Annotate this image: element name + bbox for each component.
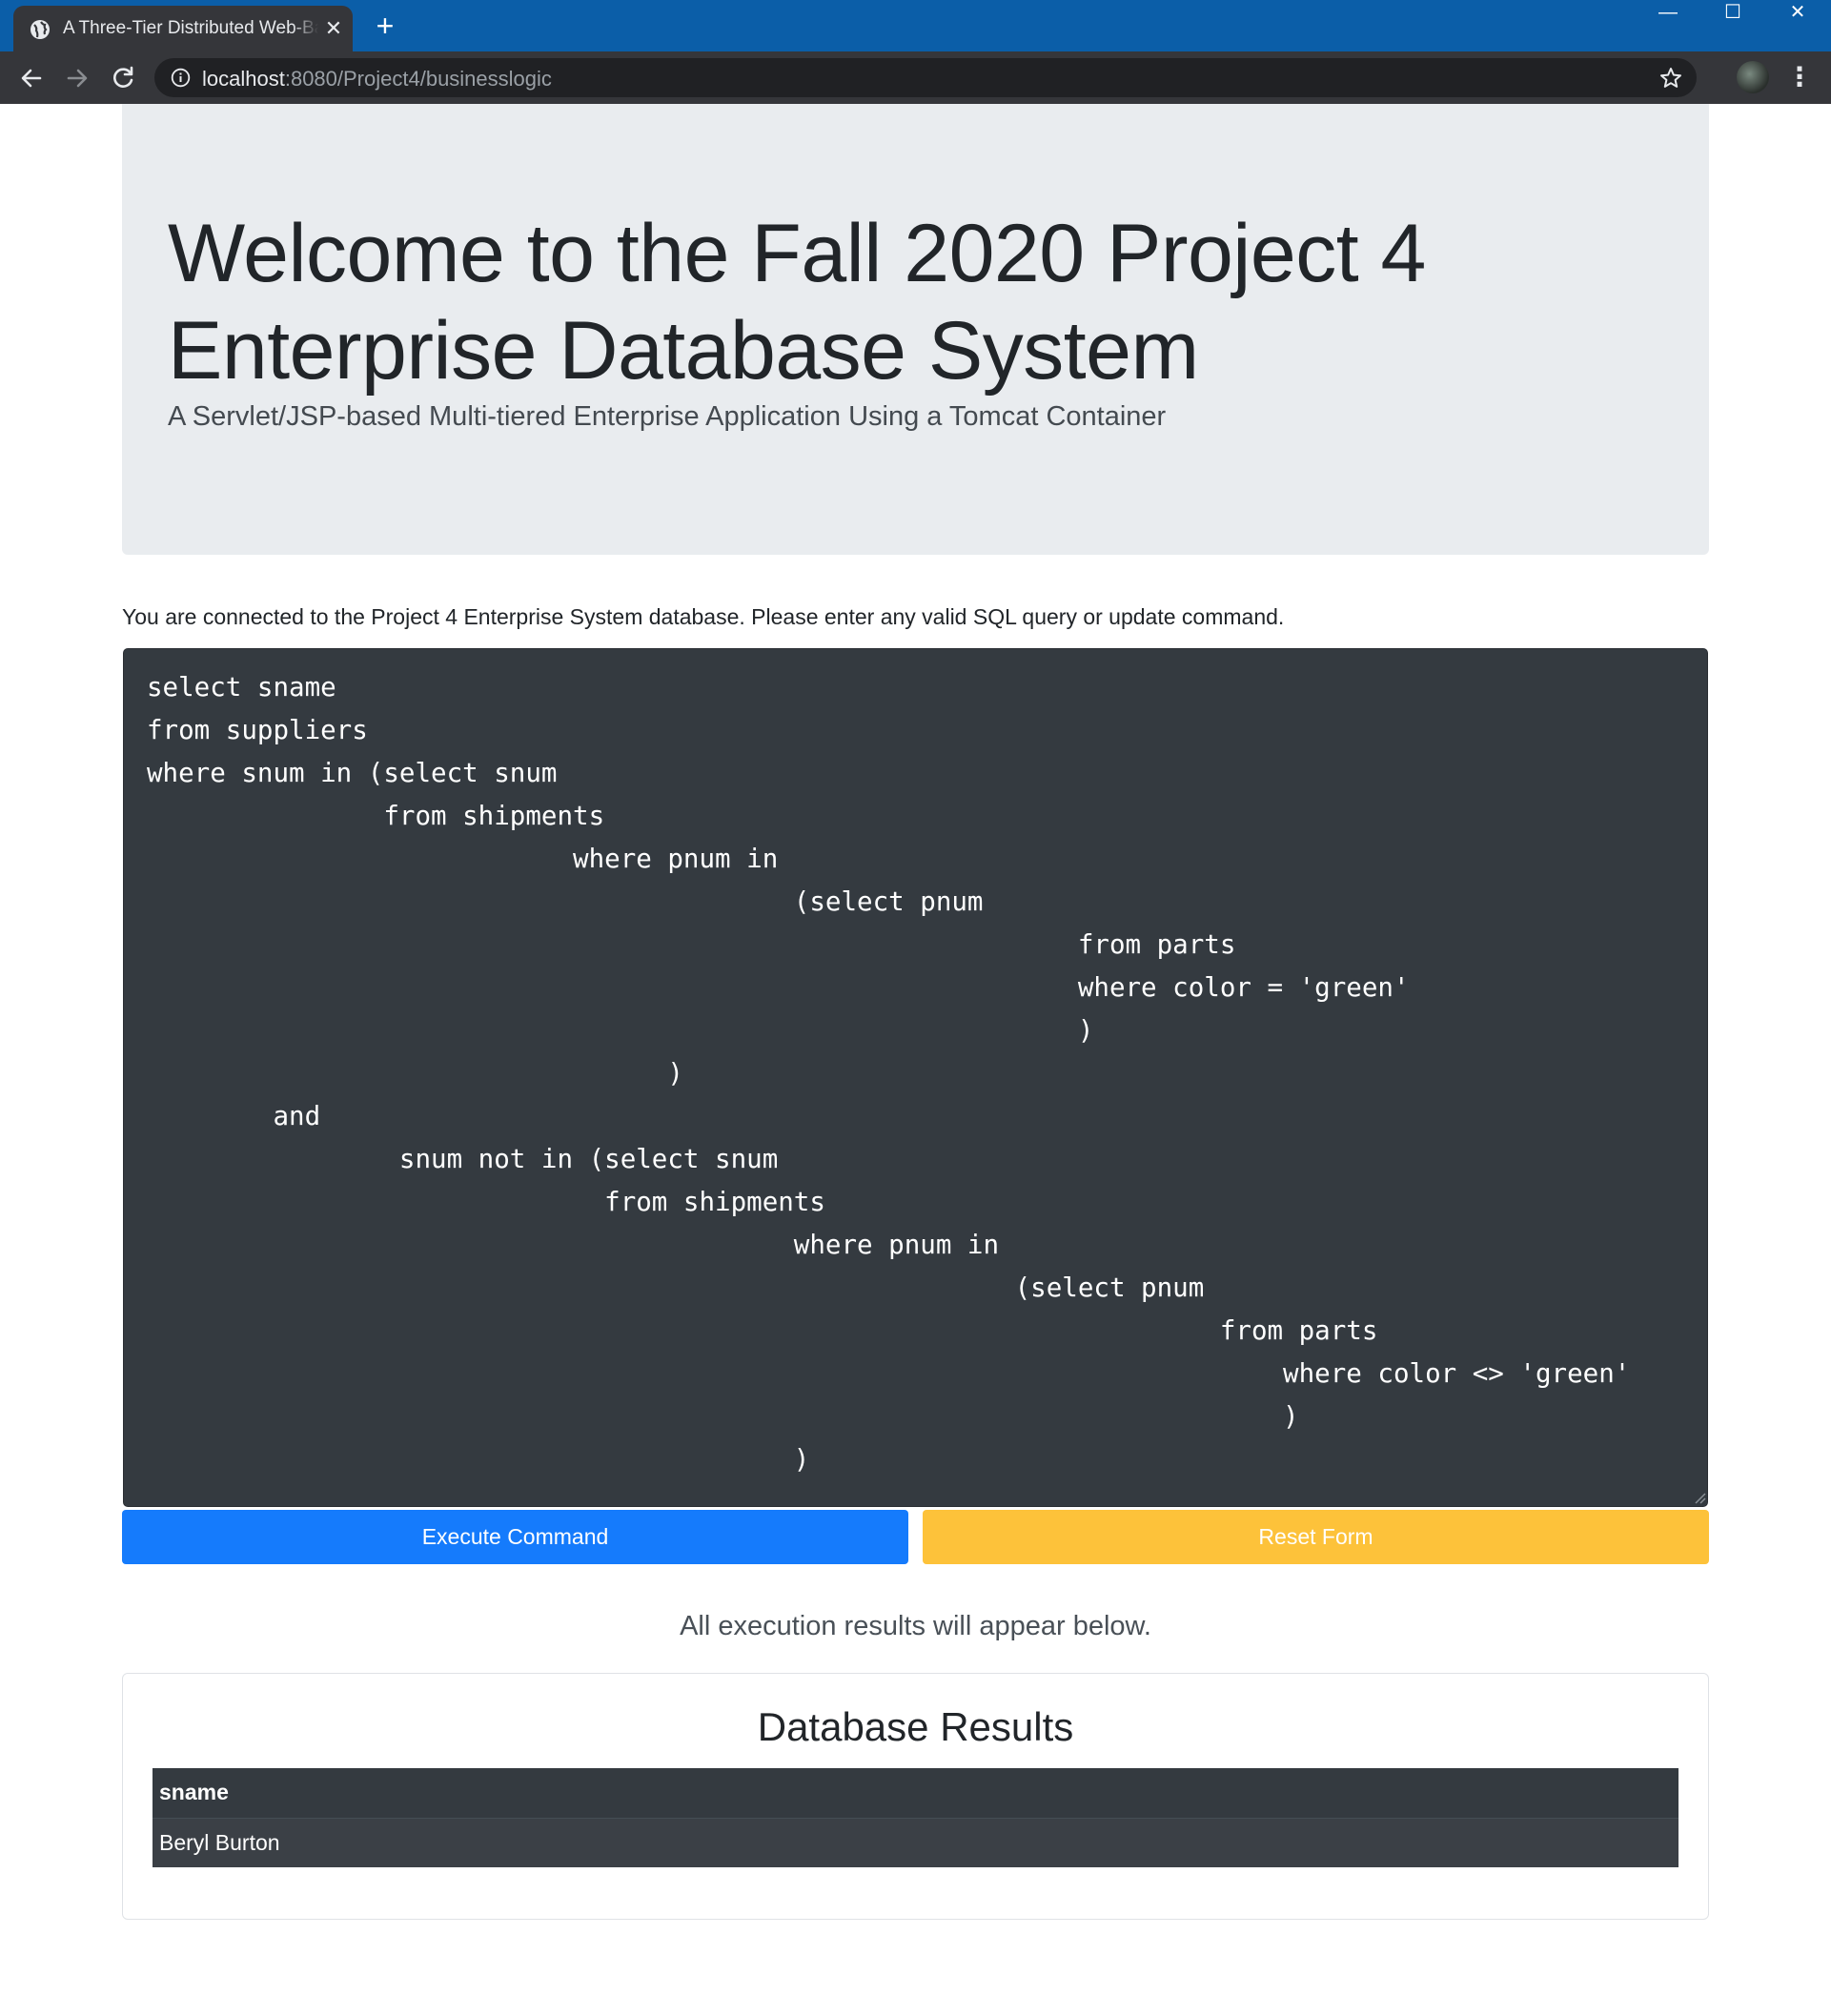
tab-close-icon[interactable]: ✕ (322, 17, 345, 40)
results-card: Database Results sname Beryl Burton (122, 1673, 1709, 1920)
forward-arrow-icon[interactable] (59, 60, 95, 96)
browser-menu-icon[interactable]: ⋮ (1786, 63, 1813, 93)
info-icon[interactable] (171, 68, 191, 88)
results-title: Database Results (757, 1704, 1074, 1749)
results-table: sname Beryl Burton (153, 1768, 1678, 1867)
table-cell: Beryl Burton (153, 1818, 1678, 1867)
minimize-button[interactable]: — (1636, 0, 1700, 29)
reset-form-button[interactable]: Reset Form (923, 1510, 1709, 1564)
url-text[interactable]: localhost:8080/Project4/businesslogic (202, 67, 552, 92)
reload-icon[interactable] (105, 60, 141, 96)
new-tab-button[interactable]: + (370, 10, 400, 42)
results-note: All execution results will appear below. (680, 1611, 1151, 1641)
url-host: localhost (202, 67, 285, 91)
connection-message: You are connected to the Project 4 Enter… (122, 604, 1285, 629)
browser-titlebar: A Three-Tier Distributed Web-Based Appli… (0, 0, 1831, 51)
profile-avatar[interactable] (1737, 61, 1769, 93)
window-close-button[interactable]: ✕ (1765, 0, 1830, 29)
execute-command-button[interactable]: Execute Command (122, 1510, 908, 1564)
back-arrow-icon[interactable] (13, 60, 50, 96)
url-path: :8080/Project4/businesslogic (284, 67, 552, 91)
page-subtitle: A Servlet/JSP-based Multi-tiered Enterpr… (168, 401, 1167, 432)
globe-icon (31, 20, 50, 39)
jumbotron: Welcome to the Fall 2020 Project 4 Enter… (122, 104, 1709, 555)
sql-command-input[interactable]: select sname from suppliers where snum i… (123, 648, 1708, 1507)
browser-tab[interactable]: A Three-Tier Distributed Web-Based Appli… (13, 6, 353, 51)
resize-handle-icon[interactable] (1693, 1491, 1706, 1504)
browser-toolbar: localhost:8080/Project4/businesslogic ⋮ (0, 51, 1831, 104)
tab-title: A Three-Tier Distributed Web-Based Appli… (63, 18, 318, 41)
address-bar[interactable]: localhost:8080/Project4/businesslogic (154, 58, 1697, 97)
maximize-button[interactable]: ☐ (1700, 0, 1765, 29)
page-title: Welcome to the Fall 2020 Project 4 Enter… (168, 208, 1426, 397)
column-header: sname (153, 1768, 1678, 1819)
table-header-row: sname (153, 1768, 1678, 1819)
table-row: Beryl Burton (153, 1818, 1678, 1867)
bookmark-star-icon[interactable] (1658, 66, 1683, 91)
